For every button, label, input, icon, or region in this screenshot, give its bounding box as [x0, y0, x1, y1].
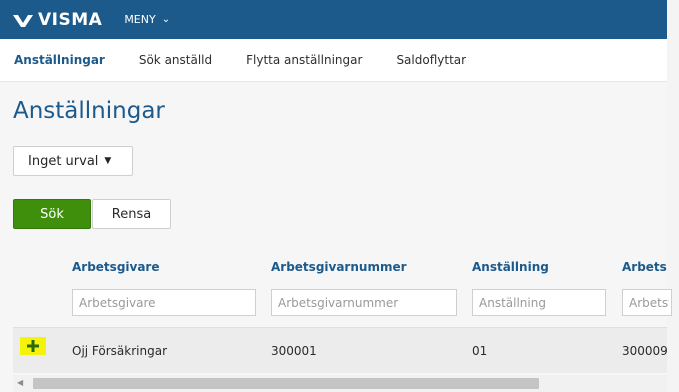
filter-dropdown-label: Inget urval [28, 153, 99, 169]
scrollbar-thumb[interactable] [33, 378, 539, 389]
table-row[interactable]: Ojj Försäkringar 300001 01 300009 [13, 327, 668, 373]
chevron-down-icon: ⌄ [161, 14, 171, 25]
column-header-anstallning[interactable]: Anställning [472, 260, 549, 274]
tab-saldoflyttar[interactable]: Saldoflyttar [396, 53, 466, 67]
tab-anstallningar[interactable]: Anställningar [14, 53, 105, 67]
plus-icon [27, 340, 39, 352]
logo-text: VISMA [38, 9, 103, 30]
cell-arbetst: 300009 [622, 344, 668, 358]
visma-logo-icon [13, 14, 33, 27]
tab-sok-anstalld[interactable]: Sök anställd [139, 53, 212, 67]
main-content: Anställningar Inget urval ▼ Sök Rensa Ar… [0, 82, 672, 392]
tab-flytta-anstallningar[interactable]: Flytta anställningar [246, 53, 362, 67]
cell-arbetsgivare: Ojj Försäkringar [72, 344, 168, 358]
filter-input-arbetst[interactable] [622, 289, 672, 316]
menu-label: MENY [124, 13, 156, 26]
clear-button[interactable]: Rensa [92, 199, 171, 229]
filter-input-arbetsgivarnummer[interactable] [271, 289, 457, 316]
visma-logo[interactable]: VISMA [12, 0, 102, 39]
column-header-arbetst[interactable]: Arbetst [622, 260, 667, 274]
page-title: Anställningar [13, 98, 165, 124]
caret-down-icon: ▼ [104, 156, 112, 166]
filter-input-anstallning[interactable] [472, 289, 606, 316]
search-button[interactable]: Sök [13, 199, 91, 229]
cell-arbetsgivarnummer: 300001 [271, 344, 317, 358]
sub-navigation: Anställningar Sök anställd Flytta anstäl… [0, 39, 667, 82]
filter-input-arbetsgivare[interactable] [72, 289, 256, 316]
top-navigation-bar: VISMA MENY ⌄ [0, 0, 667, 39]
horizontal-scrollbar[interactable]: ◀ [13, 375, 667, 392]
cell-anstallning: 01 [472, 344, 488, 358]
page-edge [667, 0, 679, 392]
menu-button[interactable]: MENY ⌄ [124, 13, 170, 26]
filter-dropdown[interactable]: Inget urval ▼ [13, 146, 133, 176]
column-header-arbetsgivare[interactable]: Arbetsgivare [72, 260, 160, 274]
column-header-arbetsgivarnummer[interactable]: Arbetsgivarnummer [271, 260, 407, 274]
expand-row-button[interactable] [20, 337, 46, 355]
scroll-left-icon[interactable]: ◀ [17, 378, 23, 387]
employment-table: Arbetsgivare Arbetsgivarnummer Anställni… [13, 249, 672, 392]
